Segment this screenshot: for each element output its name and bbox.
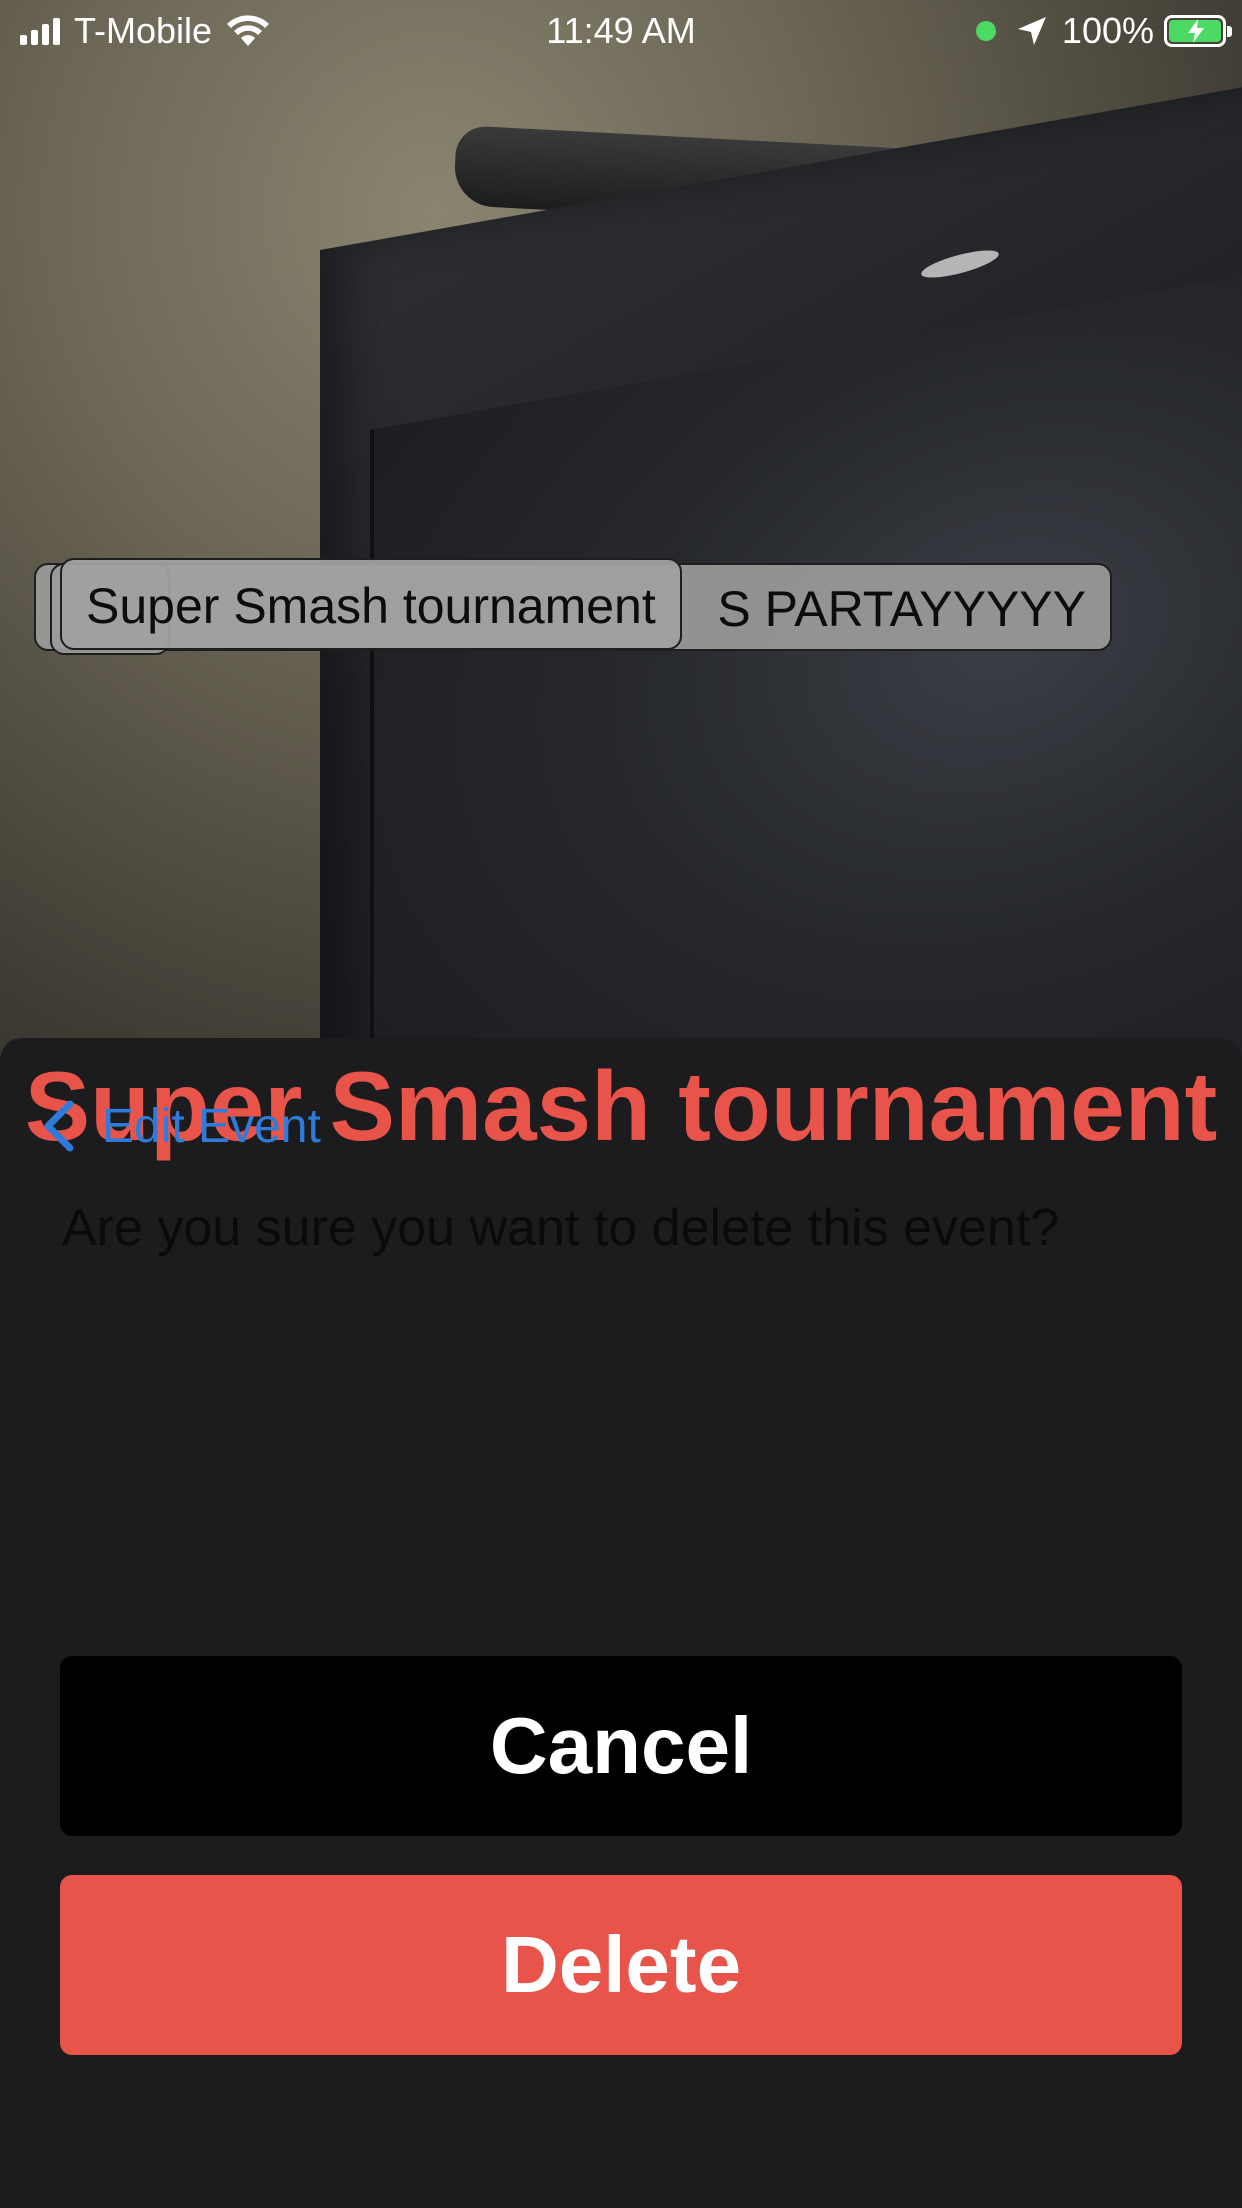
chevron-left-icon [44, 1100, 74, 1152]
ar-event-tag-front[interactable]: Super Smash tournament [60, 558, 682, 650]
battery-percent: 100% [1061, 10, 1154, 51]
charging-bolt-icon [1188, 19, 1204, 43]
status-bar: T-Mobile 11:49 AM 100% [0, 0, 1242, 60]
confirm-delete-message: Are you sure you want to delete this eve… [62, 1199, 1060, 1257]
location-arrow-icon [1017, 17, 1046, 45]
edit-event-back-button[interactable]: Edit Event [40, 1098, 321, 1154]
camera-view: S PARTAYYYYY Super Smash tournament [0, 0, 1242, 1060]
status-right: 100% [975, 10, 1232, 52]
back-button-label: Edit Event [102, 1099, 321, 1153]
delete-button[interactable]: Delete [60, 1875, 1182, 2055]
camera-in-use-indicator [975, 21, 996, 41]
delete-event-sheet: Super Smash tournament Edit Event Are yo… [0, 1038, 1242, 2208]
cancel-button[interactable]: Cancel [60, 1656, 1182, 1836]
battery-icon [1164, 15, 1232, 47]
